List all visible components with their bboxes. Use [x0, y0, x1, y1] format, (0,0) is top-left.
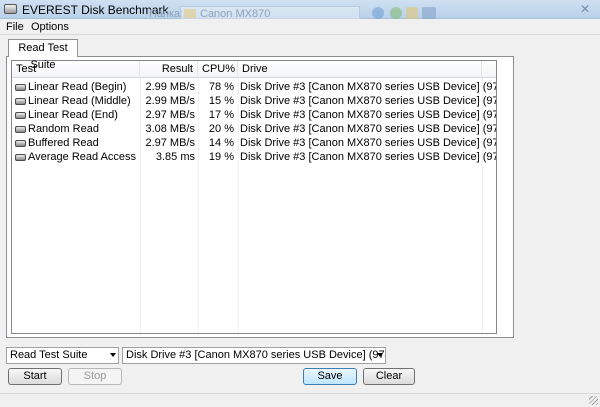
cell-result: 3.08 MB/s [145, 123, 195, 135]
cell-cpu: 14 % [208, 137, 234, 149]
tab-read-test-suite[interactable]: Read Test Suite [8, 39, 78, 71]
table-row[interactable]: Linear Read (End) 2.97 MB/s 17 % Disk Dr… [12, 108, 496, 122]
drive-select[interactable]: Disk Drive #3 [Canon MX870 series USB De… [122, 347, 386, 364]
cell-result: 3.85 ms [155, 151, 195, 163]
cell-test: Linear Read (End) [15, 108, 139, 122]
background-back-icon [372, 7, 384, 19]
cell-test: Buffered Read [15, 136, 139, 150]
cell-drive: Disk Drive #3 [Canon MX870 series USB De… [240, 109, 496, 121]
column-header-drive[interactable]: Drive [238, 61, 482, 78]
background-newfolder-icon [406, 7, 418, 19]
cell-drive: Disk Drive #3 [Canon MX870 series USB De… [240, 81, 496, 93]
resize-grip-icon[interactable] [589, 396, 598, 405]
test-name: Linear Read (Begin) [28, 81, 127, 93]
cell-drive: Disk Drive #3 [Canon MX870 series USB De… [240, 95, 496, 107]
background-up-icon [390, 7, 402, 19]
table-row[interactable]: Linear Read (Middle) 2.99 MB/s 15 % Disk… [12, 94, 496, 108]
test-name: Buffered Read [28, 137, 99, 149]
chevron-down-icon [110, 353, 116, 357]
disk-icon [15, 84, 26, 91]
client-area: Read Test Suite Test Result CPU% Drive L… [0, 35, 600, 407]
clear-button[interactable]: Clear [363, 368, 415, 385]
test-name: Random Read [28, 123, 99, 135]
menu-bar: File Options [0, 19, 600, 35]
cell-test: Linear Read (Begin) [15, 80, 139, 94]
disk-icon [15, 126, 26, 133]
close-icon[interactable]: ✕ [576, 3, 594, 16]
disk-icon [15, 154, 26, 161]
cell-result: 2.99 MB/s [145, 95, 195, 107]
table-header: Test Result CPU% Drive [12, 61, 496, 78]
test-name: Average Read Access [28, 151, 137, 163]
disk-icon [15, 112, 26, 119]
stop-button[interactable]: Stop [68, 368, 122, 385]
cell-cpu: 17 % [208, 109, 234, 121]
test-name: Linear Read (End) [28, 109, 118, 121]
suite-select[interactable]: Read Test Suite [6, 347, 119, 364]
cell-cpu: 20 % [208, 123, 234, 135]
cell-test: Random Read [15, 122, 139, 136]
title-bar: EVEREST Disk Benchmark Папка: Canon MX87… [0, 0, 600, 21]
menu-options[interactable]: Options [31, 21, 69, 33]
window-title: EVEREST Disk Benchmark [22, 3, 169, 17]
cell-cpu: 15 % [208, 95, 234, 107]
drive-select-value: Disk Drive #3 [Canon MX870 series USB De… [126, 349, 386, 361]
start-button[interactable]: Start [8, 368, 62, 385]
background-views-icon [422, 7, 436, 19]
status-bar [0, 393, 600, 407]
suite-select-value: Read Test Suite [10, 349, 88, 361]
cell-drive: Disk Drive #3 [Canon MX870 series USB De… [240, 123, 496, 135]
cell-drive: Disk Drive #3 [Canon MX870 series USB De… [240, 151, 496, 163]
cell-result: 2.97 MB/s [145, 109, 195, 121]
menu-file[interactable]: File [6, 21, 24, 33]
chevron-down-icon [377, 353, 383, 357]
table-row[interactable]: Linear Read (Begin) 2.99 MB/s 78 % Disk … [12, 80, 496, 94]
cell-drive: Disk Drive #3 [Canon MX870 series USB De… [240, 137, 496, 149]
column-header-cpu[interactable]: CPU% [198, 61, 238, 78]
test-name: Linear Read (Middle) [28, 95, 131, 107]
table-row[interactable]: Random Read 3.08 MB/s 20 % Disk Drive #3… [12, 122, 496, 136]
cell-result: 2.97 MB/s [145, 137, 195, 149]
results-table[interactable]: Test Result CPU% Drive Linear Read (Begi… [11, 60, 497, 334]
column-header-result[interactable]: Result [140, 61, 198, 78]
table-row[interactable]: Average Read Access 3.85 ms 19 % Disk Dr… [12, 150, 496, 164]
cell-cpu: 78 % [208, 81, 234, 93]
disk-icon [15, 98, 26, 105]
cell-test: Average Read Access [15, 150, 139, 164]
background-folder-icon [184, 9, 196, 18]
disk-icon [15, 140, 26, 147]
cell-result: 2.99 MB/s [145, 81, 195, 93]
table-row[interactable]: Buffered Read 2.97 MB/s 14 % Disk Drive … [12, 136, 496, 150]
app-disk-icon [4, 4, 17, 14]
cell-test: Linear Read (Middle) [15, 94, 139, 108]
save-button[interactable]: Save [303, 368, 357, 385]
cell-cpu: 19 % [208, 151, 234, 163]
